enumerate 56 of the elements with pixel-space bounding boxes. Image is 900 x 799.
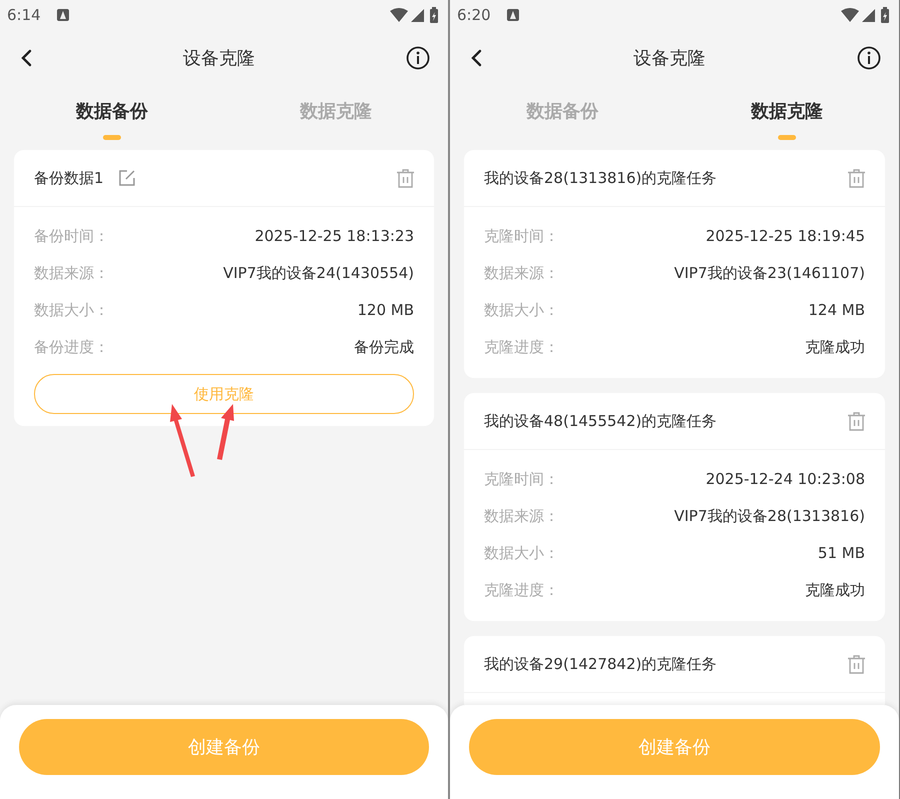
field-label: 备份进度： bbox=[34, 337, 109, 358]
battery-icon bbox=[430, 7, 438, 23]
screen-title: 设备克隆 bbox=[183, 46, 255, 70]
field-value: 2025-12-25 18:13:23 bbox=[254, 226, 414, 248]
field-value: 克隆成功 bbox=[805, 580, 865, 602]
field-label: 数据大小： bbox=[484, 543, 559, 564]
status-time: 6:14 bbox=[7, 4, 41, 26]
signal-icon bbox=[862, 8, 875, 22]
field-label: 数据大小： bbox=[484, 300, 559, 322]
screen-title: 设备克隆 bbox=[634, 46, 706, 70]
card-title: 备份数据1 bbox=[34, 168, 104, 189]
field-value: 120 MB bbox=[357, 300, 414, 322]
info-icon[interactable] bbox=[406, 46, 430, 70]
use-clone-button[interactable]: 使用克隆 bbox=[34, 374, 414, 414]
field-label: 数据来源： bbox=[484, 506, 559, 528]
edit-icon[interactable] bbox=[118, 169, 136, 187]
wifi-icon bbox=[390, 8, 408, 22]
card-title: 我的设备28(1313816)的克隆任务 bbox=[484, 168, 717, 189]
back-icon[interactable] bbox=[20, 49, 32, 67]
battery-icon bbox=[881, 7, 889, 23]
field-value: VIP7我的设备28(1313816) bbox=[674, 506, 865, 528]
field-label: 克隆进度： bbox=[484, 337, 559, 358]
notification-icon bbox=[56, 9, 69, 21]
field-value: 克隆成功 bbox=[805, 337, 865, 358]
tab[interactable]: 数据备份 bbox=[450, 86, 674, 146]
field-label: 克隆进度： bbox=[484, 580, 559, 602]
field-value: VIP7我的设备24(1430554) bbox=[223, 263, 414, 284]
field-value: 124 MB bbox=[808, 300, 865, 322]
field-label: 数据来源： bbox=[34, 263, 109, 284]
info-icon[interactable] bbox=[857, 46, 881, 70]
back-icon[interactable] bbox=[470, 49, 482, 67]
field-label: 克隆时间： bbox=[484, 226, 559, 248]
field-value: 备份完成 bbox=[354, 337, 414, 358]
field-value: VIP7我的设备23(1461107) bbox=[674, 263, 865, 284]
field-value: 2025-12-24 10:23:08 bbox=[706, 469, 865, 490]
tab[interactable]: 数据克隆 bbox=[674, 86, 899, 146]
tab[interactable]: 数据克隆 bbox=[224, 86, 448, 146]
card-title: 我的设备29(1427842)的克隆任务 bbox=[484, 654, 717, 675]
field-value: 51 MB bbox=[818, 543, 865, 564]
card-title: 我的设备48(1455542)的克隆任务 bbox=[484, 410, 717, 432]
field-label: 克隆时间： bbox=[484, 469, 559, 490]
signal-icon bbox=[411, 8, 424, 22]
tab[interactable]: 数据备份 bbox=[0, 86, 224, 146]
field-value: 2025-12-25 18:19:45 bbox=[706, 226, 865, 248]
wifi-icon bbox=[841, 8, 859, 22]
create-backup-button[interactable]: 创建备份 bbox=[469, 719, 880, 775]
field-label: 数据大小： bbox=[34, 300, 109, 322]
trash-icon[interactable] bbox=[848, 168, 865, 188]
trash-icon[interactable] bbox=[397, 168, 414, 188]
field-label: 数据来源： bbox=[484, 263, 559, 284]
field-label: 备份时间： bbox=[34, 226, 109, 248]
status-time: 6:20 bbox=[457, 4, 491, 26]
create-backup-button[interactable]: 创建备份 bbox=[19, 719, 429, 775]
trash-icon[interactable] bbox=[848, 654, 865, 674]
trash-icon[interactable] bbox=[848, 412, 865, 430]
notification-icon bbox=[506, 9, 519, 21]
